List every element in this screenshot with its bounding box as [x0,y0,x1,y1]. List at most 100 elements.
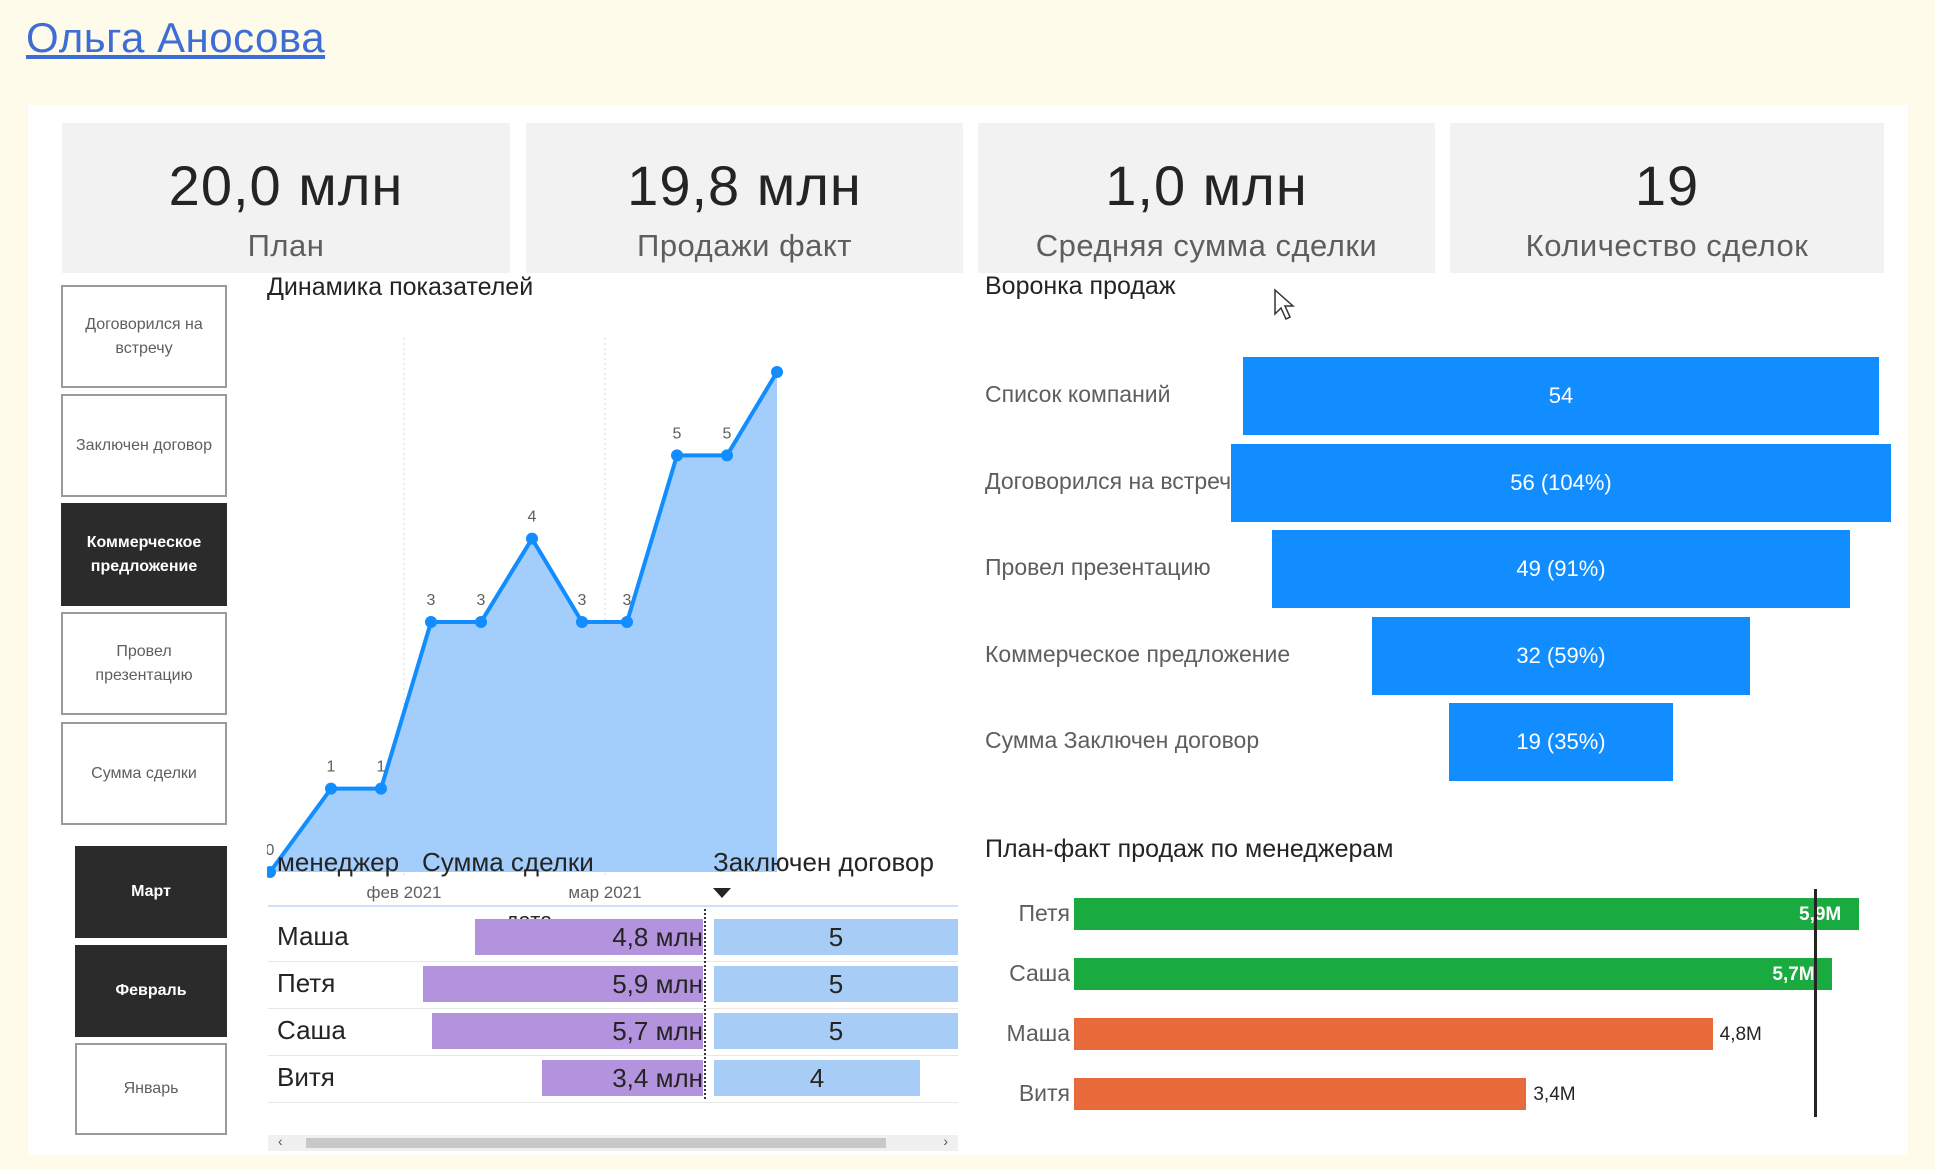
funnel-bar-value: 54 [1548,383,1574,408]
slicer-button-meeting[interactable]: Договорился на встречу [61,285,227,388]
table-cell-manager[interactable]: Маша [277,921,349,952]
table-cell-deals[interactable]: 5 [714,919,958,955]
plan-fact-bar[interactable] [1074,1018,1713,1050]
sort-desc-icon[interactable] [713,888,731,898]
slicer-button-presentation[interactable]: Провел презентацию [61,612,227,715]
data-label: 5 [673,425,682,442]
kpi-label: Продажи факт [637,228,852,263]
table-cell-sum[interactable]: 5,7 млн [432,1013,703,1049]
plan-fact-value: 5,7M [1772,964,1815,985]
kpi-card-deal-count: 19 Количество сделок [1450,123,1884,273]
plan-fact-manager-label: Витя [1018,1080,1070,1106]
data-point [325,782,337,795]
kpi-card-sales: 19,8 млн Продажи факт [526,123,963,273]
slicer-button-january[interactable]: Январь [75,1043,227,1135]
table-scrollbar[interactable]: ‹ › [268,1133,958,1151]
table-header-sum[interactable]: Сумма сделки [422,847,594,878]
plan-fact-bar[interactable] [1074,898,1859,930]
funnel-stage-label: Договорился на встречу [985,467,1243,494]
table-cell-manager[interactable]: Витя [277,1062,335,1093]
data-label: 3 [427,592,436,609]
plan-fact-bar[interactable] [1074,1078,1527,1110]
kpi-label: План [247,228,325,263]
scroll-right-icon[interactable]: › [943,1133,948,1149]
area-fill [270,372,777,872]
plan-fact-value: 3,4M [1533,1084,1576,1105]
table-header-manager[interactable]: менеджер [277,847,399,878]
funnel-title: Воронка продаж [985,272,1176,300]
x-tick-label: фев 2021 [366,883,441,902]
deals-value: 5 [828,921,844,952]
line-chart-title: Динамика показателей [267,273,534,301]
author-link[interactable]: Ольга Аносова [26,14,325,62]
table-cell-deals[interactable]: 5 [714,1013,958,1049]
data-point [621,616,633,628]
funnel-bar[interactable]: 54 [1242,357,1880,435]
table-cell-sum[interactable]: 5,9 млн [423,966,703,1002]
table-cell-deals[interactable]: 5 [714,966,958,1002]
deals-value: 5 [828,1015,844,1046]
funnel-bar-value: 49 (91%) [1516,556,1606,581]
deals-value: 4 [809,1062,825,1093]
mouse-cursor-icon [1274,288,1295,321]
funnel-bar-value: 56 (104%) [1510,469,1612,495]
sum-value: 3,4 млн [612,1062,703,1093]
data-label: 1 [327,759,336,776]
funnel-bar[interactable]: 32 (59%) [1372,616,1750,695]
table-cell-sum[interactable]: 3,4 млн [541,1060,703,1096]
table-row-divider [268,1102,958,1103]
data-point [475,616,487,628]
table-cell-manager[interactable]: Петя [277,968,335,999]
data-point [425,616,437,628]
slicer-button-contract[interactable]: Заключен договор [61,394,227,497]
table-row-divider [268,961,958,962]
data-label: 3 [623,592,632,609]
plan-fact-manager-label: Саша [1009,960,1070,986]
table-row-divider [268,1008,958,1009]
kpi-card-plan: 20,0 млн План [62,123,510,273]
plan-fact-value: 5,9M [1799,904,1842,925]
table-cell-sum[interactable]: 4,8 млн [475,919,703,955]
table-header-divider [268,905,958,907]
funnel-bar[interactable]: 56 (104%) [1231,443,1891,522]
kpi-card-avg-deal: 1,0 млн Средняя сумма сделки [978,123,1435,273]
data-point [671,449,683,462]
funnel-stage-label: Список компаний [985,381,1171,407]
data-label: 3 [477,592,486,609]
slicer-button-march[interactable]: Март [75,846,227,938]
funnel-bar[interactable]: 19 (35%) [1449,703,1673,781]
plan-fact-title: План-факт продаж по менеджерам [985,835,1394,863]
scrollbar-thumb[interactable] [306,1138,886,1148]
funnel-stage-label: Коммерческое предложение [985,640,1291,667]
table-cell-manager[interactable]: Саша [277,1015,346,1046]
slicer-button-february[interactable]: Февраль [75,945,227,1037]
table-cell-deals[interactable]: 4 [714,1060,920,1096]
kpi-label: Средняя сумма сделки [1035,228,1378,263]
scroll-left-icon[interactable]: ‹ [278,1133,283,1149]
plan-fact-manager-label: Петя [1018,900,1070,926]
sum-value: 4,8 млн [612,921,703,952]
slicer-button-deal-sum[interactable]: Сумма сделки [61,722,227,825]
plan-fact-bar[interactable] [1074,958,1833,990]
data-point [771,366,783,378]
table-header-deals[interactable]: Заключен договор [713,847,934,878]
column-resize-divider [704,909,706,1099]
kpi-label: Количество сделок [1525,228,1809,263]
table-row-divider [268,1055,958,1056]
deals-value: 5 [828,968,844,999]
funnel-stage-label: Провел презентацию [985,554,1211,580]
data-point [721,449,733,462]
kpi-value: 1,0 млн [1105,154,1308,217]
kpi-value: 19 [1634,154,1700,217]
funnel-bar-value: 19 (35%) [1516,729,1606,754]
data-label: 3 [578,592,587,609]
sum-value: 5,7 млн [612,1015,703,1046]
sum-value: 5,9 млн [612,968,703,999]
plan-fact-manager-label: Маша [1006,1020,1070,1046]
plan-target-line [1814,889,1818,1117]
data-point [375,782,387,795]
funnel-bar-value: 32 (59%) [1516,642,1606,668]
slicer-button-proposal[interactable]: Коммерческое предложение [61,503,227,606]
funnel-bar[interactable]: 49 (91%) [1272,530,1850,608]
kpi-value: 19,8 млн [627,154,862,217]
